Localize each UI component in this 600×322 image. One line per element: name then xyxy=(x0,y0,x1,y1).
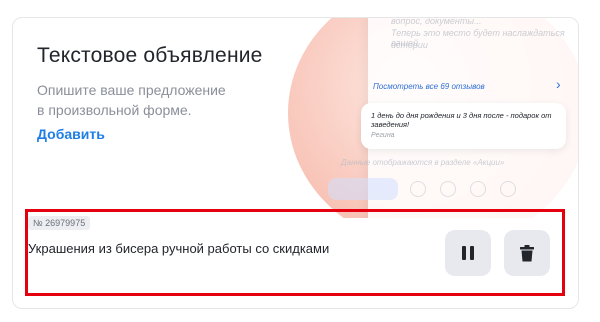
route-icon xyxy=(440,181,456,197)
promo-description: Опишите ваше предложение в произвольной … xyxy=(37,82,226,118)
mock-faded-text: Данные отображаются в разделе «Акции» xyxy=(341,158,505,167)
mock-review-author: Регина xyxy=(371,132,395,139)
add-link[interactable]: Добавить xyxy=(37,126,105,142)
promo-title: Текстовое объявление xyxy=(37,44,263,67)
bookmark-icon xyxy=(470,181,486,197)
mock-review-card: 1 день до дня рождения и 3 дня после - п… xyxy=(361,103,566,149)
mock-faded-text: вопрос, документы... xyxy=(391,18,482,26)
mock-faded-text: истории xyxy=(391,40,428,50)
mock-reviews-link: Посмотреть все 69 отзывов xyxy=(373,82,485,91)
chevron-right-icon: › xyxy=(556,76,561,92)
mock-call-button xyxy=(328,178,398,200)
highlight-frame xyxy=(25,209,565,296)
globe-icon xyxy=(500,181,516,197)
promo-panel: вопрос, документы... Теперь это место бу… xyxy=(13,18,578,218)
mock-review-text: 1 день до дня рождения и 3 дня после - п… xyxy=(371,111,552,129)
phone-icon xyxy=(410,181,426,197)
